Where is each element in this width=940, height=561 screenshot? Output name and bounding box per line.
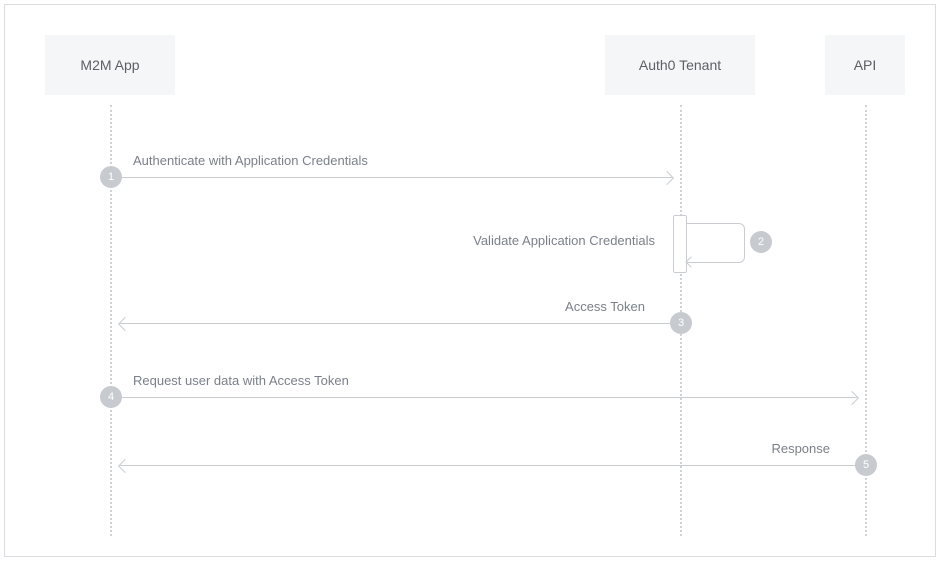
step-5-arrow bbox=[120, 465, 857, 466]
step-4-label: Request user data with Access Token bbox=[133, 373, 349, 388]
step-5-label: Response bbox=[771, 441, 830, 456]
participant-api: API bbox=[825, 35, 905, 95]
participant-m2m-app: M2M App bbox=[45, 35, 175, 95]
step-2-self-arrow bbox=[687, 223, 745, 263]
step-1-arrow bbox=[120, 177, 672, 178]
arrowhead-left-icon bbox=[685, 256, 696, 267]
participant-label: M2M App bbox=[80, 57, 139, 73]
participant-label: API bbox=[854, 57, 877, 73]
step-number: 5 bbox=[863, 459, 869, 471]
step-3-label: Access Token bbox=[565, 299, 645, 314]
sequence-diagram: M2M App Auth0 Tenant API Authenticate wi… bbox=[4, 4, 936, 557]
step-1-badge: 1 bbox=[100, 166, 122, 188]
step-5-badge: 5 bbox=[855, 454, 877, 476]
step-1-label: Authenticate with Application Credential… bbox=[133, 153, 368, 168]
step-number: 2 bbox=[758, 236, 764, 248]
participant-auth0-tenant: Auth0 Tenant bbox=[605, 35, 755, 95]
step-3-badge: 3 bbox=[670, 312, 692, 334]
step-4-arrow bbox=[120, 397, 857, 398]
step-2-badge: 2 bbox=[750, 231, 772, 253]
step-3-arrow bbox=[120, 323, 672, 324]
step-2-label: Validate Application Credentials bbox=[473, 233, 655, 248]
tenant-activation-box bbox=[673, 215, 687, 273]
step-number: 4 bbox=[108, 391, 114, 403]
arrowhead-right-icon bbox=[845, 390, 859, 404]
participant-label: Auth0 Tenant bbox=[639, 57, 721, 73]
arrowhead-left-icon bbox=[118, 316, 132, 330]
step-4-badge: 4 bbox=[100, 386, 122, 408]
step-number: 1 bbox=[108, 171, 114, 183]
arrowhead-left-icon bbox=[118, 458, 132, 472]
step-number: 3 bbox=[678, 317, 684, 329]
arrowhead-right-icon bbox=[660, 170, 674, 184]
